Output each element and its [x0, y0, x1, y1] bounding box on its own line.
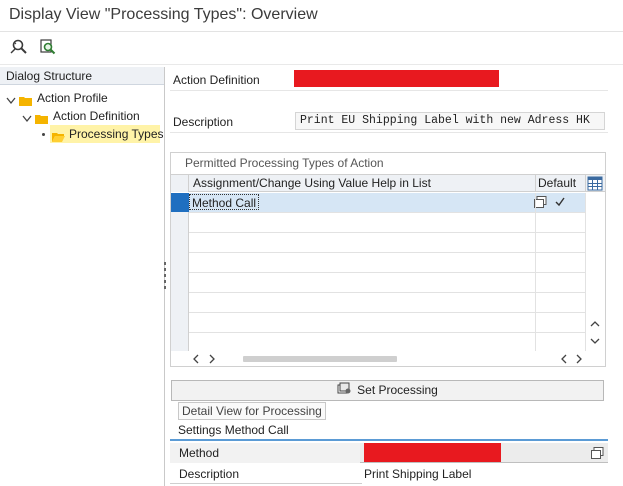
folder-icon — [19, 93, 32, 106]
select-all-cell[interactable] — [171, 175, 189, 192]
table-row[interactable]: Method Call — [189, 193, 585, 212]
settings-section-title: Settings Method Call — [170, 421, 608, 441]
method-label: Method — [179, 446, 220, 460]
row-divider — [170, 132, 608, 133]
scroll-thumb[interactable] — [243, 356, 397, 362]
tree-item-label: Action Definition — [53, 109, 140, 123]
action-definition-label: Action Definition — [173, 73, 260, 87]
horizontal-scrollbar[interactable] — [189, 352, 585, 366]
toolbar-divider — [0, 64, 623, 65]
description-label: Description — [173, 115, 234, 129]
scroll-up-icon[interactable] — [589, 318, 601, 328]
chevron-down-icon[interactable] — [22, 111, 32, 123]
tab-detail-view[interactable]: Detail View for Processing — [178, 402, 326, 420]
scroll-right-icon[interactable] — [574, 353, 584, 365]
set-processing-button[interactable]: Set Processing — [171, 380, 604, 401]
grid-line — [189, 252, 585, 253]
column-divider — [585, 193, 586, 351]
column-header-assignment[interactable]: Assignment/Change Using Value Help in Li… — [193, 175, 431, 192]
value-help-icon[interactable] — [591, 447, 604, 460]
column-divider — [585, 175, 586, 192]
grid-line — [189, 332, 585, 333]
tree-item-label: Action Profile — [37, 91, 108, 105]
processing-types-table: Permitted Processing Types of Action Ass… — [170, 152, 606, 367]
detail-description-value: Print Shipping Label — [364, 467, 472, 481]
bullet-icon — [42, 133, 45, 136]
find-icon[interactable] — [38, 38, 58, 56]
set-processing-icon — [337, 381, 351, 400]
tree-item-label: Processing Types — [69, 127, 164, 141]
dialog-structure-header: Dialog Structure — [0, 67, 164, 85]
row-divider — [170, 483, 362, 484]
display-object-icon[interactable] — [9, 38, 29, 56]
folder-icon — [35, 111, 48, 124]
chevron-down-icon[interactable] — [6, 93, 16, 105]
row-divider — [170, 90, 608, 91]
table-title: Permitted Processing Types of Action — [185, 156, 384, 170]
description-field[interactable]: Print EU Shipping Label with new Adress … — [295, 112, 605, 130]
title-divider — [0, 31, 623, 32]
table-header: Assignment/Change Using Value Help in Li… — [171, 174, 605, 192]
grid-line — [189, 232, 585, 233]
detail-description-label: Description — [179, 467, 240, 481]
scroll-left-icon[interactable] — [191, 353, 201, 365]
scroll-right-icon[interactable] — [207, 353, 217, 365]
default-checkbox[interactable] — [554, 196, 566, 208]
action-definition-value-redacted — [294, 70, 499, 87]
pane-splitter[interactable] — [162, 262, 168, 292]
column-divider — [535, 193, 536, 351]
assignment-cell[interactable]: Method Call — [189, 194, 260, 210]
row-selector-column — [171, 193, 189, 351]
method-value-redacted — [364, 443, 501, 462]
set-processing-label: Set Processing — [357, 383, 438, 397]
row-selector-selected[interactable] — [171, 193, 189, 212]
scroll-left-icon[interactable] — [559, 353, 569, 365]
grid-line — [189, 292, 585, 293]
grid-line — [189, 272, 585, 273]
scroll-down-icon[interactable] — [589, 335, 601, 345]
column-divider — [535, 175, 536, 192]
page-title: Display View "Processing Types": Overvie… — [9, 6, 318, 23]
column-header-default[interactable]: Default — [538, 175, 576, 192]
grid-line — [189, 312, 585, 313]
open-folder-icon — [52, 129, 65, 142]
grid-line — [189, 212, 585, 213]
table-settings-icon[interactable] — [587, 176, 603, 191]
dialog-structure-pane: Dialog Structure Action Profile Action D… — [0, 67, 165, 486]
